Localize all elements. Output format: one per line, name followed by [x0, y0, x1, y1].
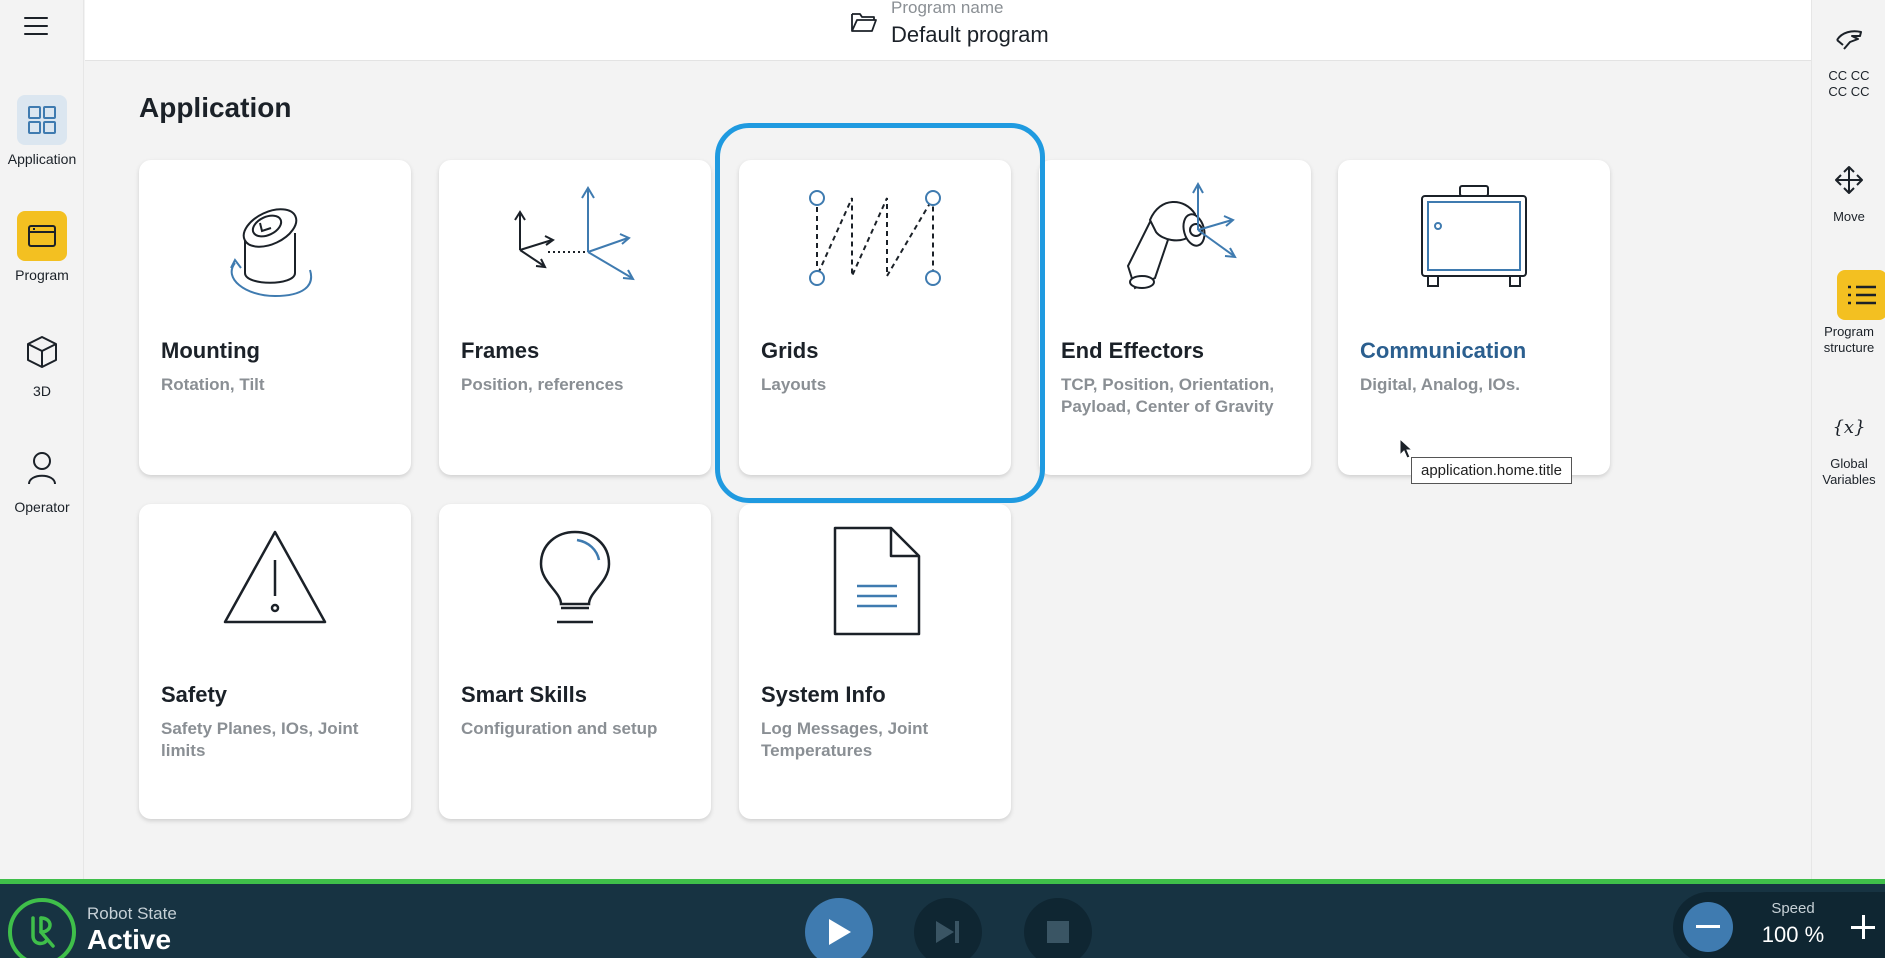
folder-icon[interactable]: [850, 10, 878, 39]
right-item-freedrive[interactable]: CC CC CC CC: [1812, 14, 1885, 100]
nav-item-application[interactable]: Application: [0, 95, 84, 167]
nav-label: 3D: [33, 383, 51, 399]
tooltip: application.home.title: [1411, 457, 1572, 484]
nav-label: Program: [15, 267, 69, 283]
card-system-info[interactable]: System Info Log Messages, Joint Temperat…: [739, 504, 1011, 819]
card-title: Frames: [461, 338, 540, 363]
freedrive-hand-icon: [1824, 14, 1874, 64]
card-title: Mounting: [161, 338, 260, 363]
robot-tool-icon: [1039, 178, 1311, 298]
minus-icon: [1696, 925, 1720, 928]
stop-button[interactable]: [1024, 898, 1092, 958]
frames-icon: [439, 178, 711, 298]
card-smart-skills[interactable]: Smart Skills Configuration and setup: [439, 504, 711, 819]
speed-increase-button[interactable]: [1843, 904, 1883, 950]
card-subtitle: Layouts: [761, 375, 827, 394]
right-nav: CC CC CC CC Move Program structure {x} G…: [1811, 0, 1885, 879]
card-title: Grids: [761, 338, 819, 363]
card-subtitle: Position, references: [461, 375, 624, 394]
right-item-label: CC CC CC CC: [1828, 68, 1870, 99]
nav-label: Operator: [14, 499, 70, 515]
left-nav: Application Program 3D Operator: [0, 0, 84, 879]
plus-icon: [1851, 915, 1875, 939]
right-item-move[interactable]: Move: [1812, 155, 1885, 225]
variable-x-icon: {x}: [1824, 402, 1874, 452]
card-subtitle: TCP, Position, Orientation, Payload, Cen…: [1061, 375, 1275, 416]
nav-item-program[interactable]: Program: [0, 211, 84, 283]
card-end-effectors[interactable]: End Effectors TCP, Position, Orientation…: [1039, 160, 1311, 475]
nav-item-3d[interactable]: 3D: [0, 327, 84, 399]
stop-icon: [1047, 921, 1069, 943]
speed-control: Speed 100 %: [1673, 892, 1885, 958]
person-icon: [17, 443, 67, 493]
skip-next-icon: [936, 921, 959, 943]
card-frames[interactable]: Frames Position, references: [439, 160, 711, 475]
right-item-label: Global Variables: [1822, 456, 1876, 487]
card-subtitle: Safety Planes, IOs, Joint limits: [161, 719, 359, 760]
mounting-icon: [139, 178, 411, 298]
program-name[interactable]: Default program: [891, 22, 1049, 48]
grids-icon: [739, 178, 1011, 298]
grid-icon: [17, 95, 67, 145]
right-item-label: Move: [1833, 209, 1865, 224]
nav-item-operator[interactable]: Operator: [0, 443, 84, 515]
status-footer: Robot State Active Speed 100 %: [0, 879, 1885, 958]
top-header: Program name Default program: [85, 0, 1811, 61]
move-arrows-icon: [1824, 155, 1874, 205]
ur-logo-icon: [8, 898, 76, 958]
card-title: End Effectors: [1061, 338, 1205, 363]
right-item-program-structure[interactable]: Program structure: [1812, 270, 1885, 356]
list-icon: [1837, 270, 1885, 320]
speed-value: 100 %: [1761, 922, 1825, 947]
right-item-label: Program structure: [1823, 324, 1875, 355]
document-icon: [739, 522, 1011, 642]
warning-triangle-icon: [139, 522, 411, 642]
right-item-global-variables[interactable]: {x} Global Variables: [1812, 402, 1885, 488]
card-subtitle: Rotation, Tilt: [161, 375, 265, 394]
card-mounting[interactable]: Mounting Rotation, Tilt: [139, 160, 411, 475]
card-subtitle: Configuration and setup: [461, 719, 658, 738]
card-title: Safety: [161, 682, 228, 707]
speed-caption: Speed: [1771, 900, 1815, 917]
card-title: System Info: [761, 682, 886, 707]
nav-label: Application: [7, 151, 77, 167]
card-communication[interactable]: Communication Digital, Analog, IOs.: [1338, 160, 1610, 475]
card-title: Communication: [1360, 338, 1527, 363]
cube-icon: [17, 327, 67, 377]
card-subtitle: Digital, Analog, IOs.: [1360, 375, 1520, 394]
hamburger-menu-icon[interactable]: [20, 14, 52, 38]
speed-decrease-button[interactable]: [1683, 902, 1733, 952]
step-button[interactable]: [914, 898, 982, 958]
card-subtitle: Log Messages, Joint Temperatures: [761, 719, 929, 760]
card-safety[interactable]: Safety Safety Planes, IOs, Joint limits: [139, 504, 411, 819]
play-button[interactable]: [805, 898, 873, 958]
robot-state-value: Active: [87, 924, 172, 955]
card-grids[interactable]: Grids Layouts: [739, 160, 1011, 475]
robot-state-caption: Robot State: [87, 904, 177, 923]
lightbulb-icon: [439, 522, 711, 642]
svg-text:{x}: {x}: [1832, 417, 1865, 438]
play-icon: [829, 919, 851, 945]
card-title: Smart Skills: [461, 682, 587, 707]
mouse-cursor-icon: [1399, 438, 1414, 459]
page-title: Application: [139, 92, 292, 123]
io-box-icon: [1338, 178, 1610, 298]
program-name-caption: Program name: [891, 0, 1004, 17]
program-window-icon: [17, 211, 67, 261]
